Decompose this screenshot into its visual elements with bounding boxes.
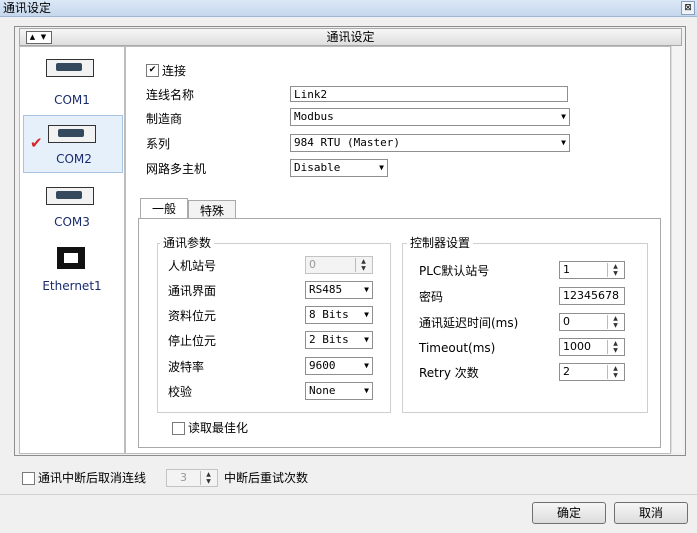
controller-title: 控制器设置 (407, 236, 474, 250)
ethernet-icon (57, 247, 85, 269)
serial-port-icon (48, 125, 96, 143)
ok-button[interactable]: 确定 (532, 502, 606, 524)
stop-bits-label: 停止位元 (168, 334, 217, 348)
baud-value: 9600 (309, 359, 336, 372)
baud-select[interactable]: 9600 ▼ (305, 357, 373, 375)
stepper-arrows-icon[interactable]: ▲ ▼ (607, 315, 623, 329)
checkmark-icon: ✔ (30, 134, 43, 152)
multi-master-label: 网路多主机 (146, 162, 207, 176)
retry-count-value: 3 (180, 471, 187, 484)
multi-master-select[interactable]: Disable ▼ (290, 159, 388, 177)
password-label: 密码 (419, 290, 444, 304)
stepper-arrows-icon: ▲ ▼ (355, 258, 371, 272)
stepper-arrows-icon: ▲ ▼ (200, 471, 216, 485)
iface-label: 通讯界面 (168, 284, 217, 298)
retry-value: 2 (563, 365, 570, 378)
comm-params-title: 通讯参数 (160, 236, 215, 250)
dropdown-arrow-icon: ▼ (379, 163, 384, 172)
parity-select[interactable]: None ▼ (305, 382, 373, 400)
dropdown-arrow-icon: ▼ (364, 361, 369, 370)
retry-count-label: 中断后重试次数 (224, 471, 309, 485)
dropdown-arrow-icon: ▼ (561, 112, 566, 121)
title-bar: 通讯设定 ⊠ (0, 0, 697, 17)
stepper-arrows-icon[interactable]: ▲ ▼ (607, 263, 623, 277)
link-name-label: 连线名称 (146, 88, 195, 102)
stepper-arrows-icon[interactable]: ▲ ▼ (607, 365, 623, 379)
maker-value: Modbus (294, 110, 334, 123)
parity-label: 校验 (168, 385, 193, 399)
stop-bits-select[interactable]: 2 Bits ▼ (305, 331, 373, 349)
series-select[interactable]: 984 RTU (Master) ▼ (290, 134, 570, 152)
down-arrow-icon[interactable]: ▼ (38, 32, 49, 43)
port-label: COM2 (56, 152, 92, 166)
dropdown-arrow-icon: ▼ (364, 386, 369, 395)
timeout-value: 1000 (563, 340, 591, 353)
maker-label: 制造商 (146, 112, 183, 126)
window-title: 通讯设定 (3, 1, 52, 15)
port-com3[interactable]: COM3 (22, 181, 122, 241)
port-label: COM3 (54, 215, 90, 229)
connect-label: 连接 (162, 64, 187, 78)
link-name-input[interactable]: Link2 (290, 86, 568, 102)
dropdown-arrow-icon: ▼ (364, 310, 369, 319)
station-stepper: 0 ▲ ▼ (305, 256, 373, 274)
maker-select[interactable]: Modbus ▼ (290, 108, 570, 126)
data-bits-label: 资料位元 (168, 309, 217, 323)
plc-station-value: 1 (563, 263, 570, 276)
stepper-arrows-icon[interactable]: ▲ ▼ (607, 340, 623, 354)
station-label: 人机站号 (168, 259, 217, 273)
iface-value: RS485 (309, 283, 343, 296)
timeout-label: Timeout(ms) (419, 341, 496, 355)
delay-value: 0 (563, 315, 570, 328)
retry-stepper[interactable]: 2 ▲ ▼ (559, 363, 625, 381)
data-bits-value: 8 Bits (309, 308, 349, 321)
series-value: 984 RTU (Master) (294, 136, 400, 149)
cancel-link-checkbox[interactable] (22, 472, 35, 485)
cancel-link-label: 通讯中断后取消连线 (38, 471, 147, 485)
serial-port-icon (46, 187, 94, 205)
optimize-label: 读取最佳化 (188, 421, 249, 435)
panel-spin-control[interactable]: ▲ ▼ (26, 31, 52, 44)
delay-label: 通讯延迟时间(ms) (419, 316, 519, 330)
port-com1[interactable]: COM1 (22, 53, 122, 113)
up-arrow-icon[interactable]: ▲ (27, 32, 38, 43)
port-label: Ethernet1 (42, 279, 102, 293)
iface-select[interactable]: RS485 ▼ (305, 281, 373, 299)
connect-checkbox[interactable]: ✔ (146, 64, 159, 77)
plc-station-label: PLC默认站号 (419, 264, 490, 278)
delay-stepper[interactable]: 0 ▲ ▼ (559, 313, 625, 331)
port-ethernet1[interactable]: Ethernet1 (22, 243, 122, 303)
close-icon[interactable]: ⊠ (681, 1, 695, 15)
plc-station-stepper[interactable]: 1 ▲ ▼ (559, 261, 625, 279)
station-value: 0 (309, 258, 316, 271)
password-input[interactable]: 12345678 (559, 287, 625, 305)
divider (0, 494, 697, 495)
port-label: COM1 (54, 93, 90, 107)
data-bits-select[interactable]: 8 Bits ▼ (305, 306, 373, 324)
retry-count-stepper: 3 ▲ ▼ (166, 469, 218, 487)
port-sidebar: COM1 ✔ COM2 COM3 Ethernet1 (19, 46, 125, 454)
series-label: 系列 (146, 137, 171, 151)
dropdown-arrow-icon: ▼ (561, 138, 566, 147)
port-com2[interactable]: ✔ COM2 (23, 115, 123, 173)
cancel-button[interactable]: 取消 (614, 502, 688, 524)
multi-master-value: Disable (294, 161, 341, 174)
optimize-checkbox[interactable] (172, 422, 185, 435)
baud-label: 波特率 (168, 360, 205, 374)
timeout-stepper[interactable]: 1000 ▲ ▼ (559, 338, 625, 356)
stop-bits-value: 2 Bits (309, 333, 349, 346)
parity-value: None (309, 384, 336, 397)
dropdown-arrow-icon: ▼ (364, 285, 369, 294)
serial-port-icon (46, 59, 94, 77)
panel-header: 通讯设定 ▲ ▼ (19, 28, 682, 46)
dropdown-arrow-icon: ▼ (364, 335, 369, 344)
panel-title: 通讯设定 (326, 30, 375, 44)
scrollbar[interactable] (671, 46, 683, 452)
retry-label: Retry 次数 (419, 366, 479, 380)
